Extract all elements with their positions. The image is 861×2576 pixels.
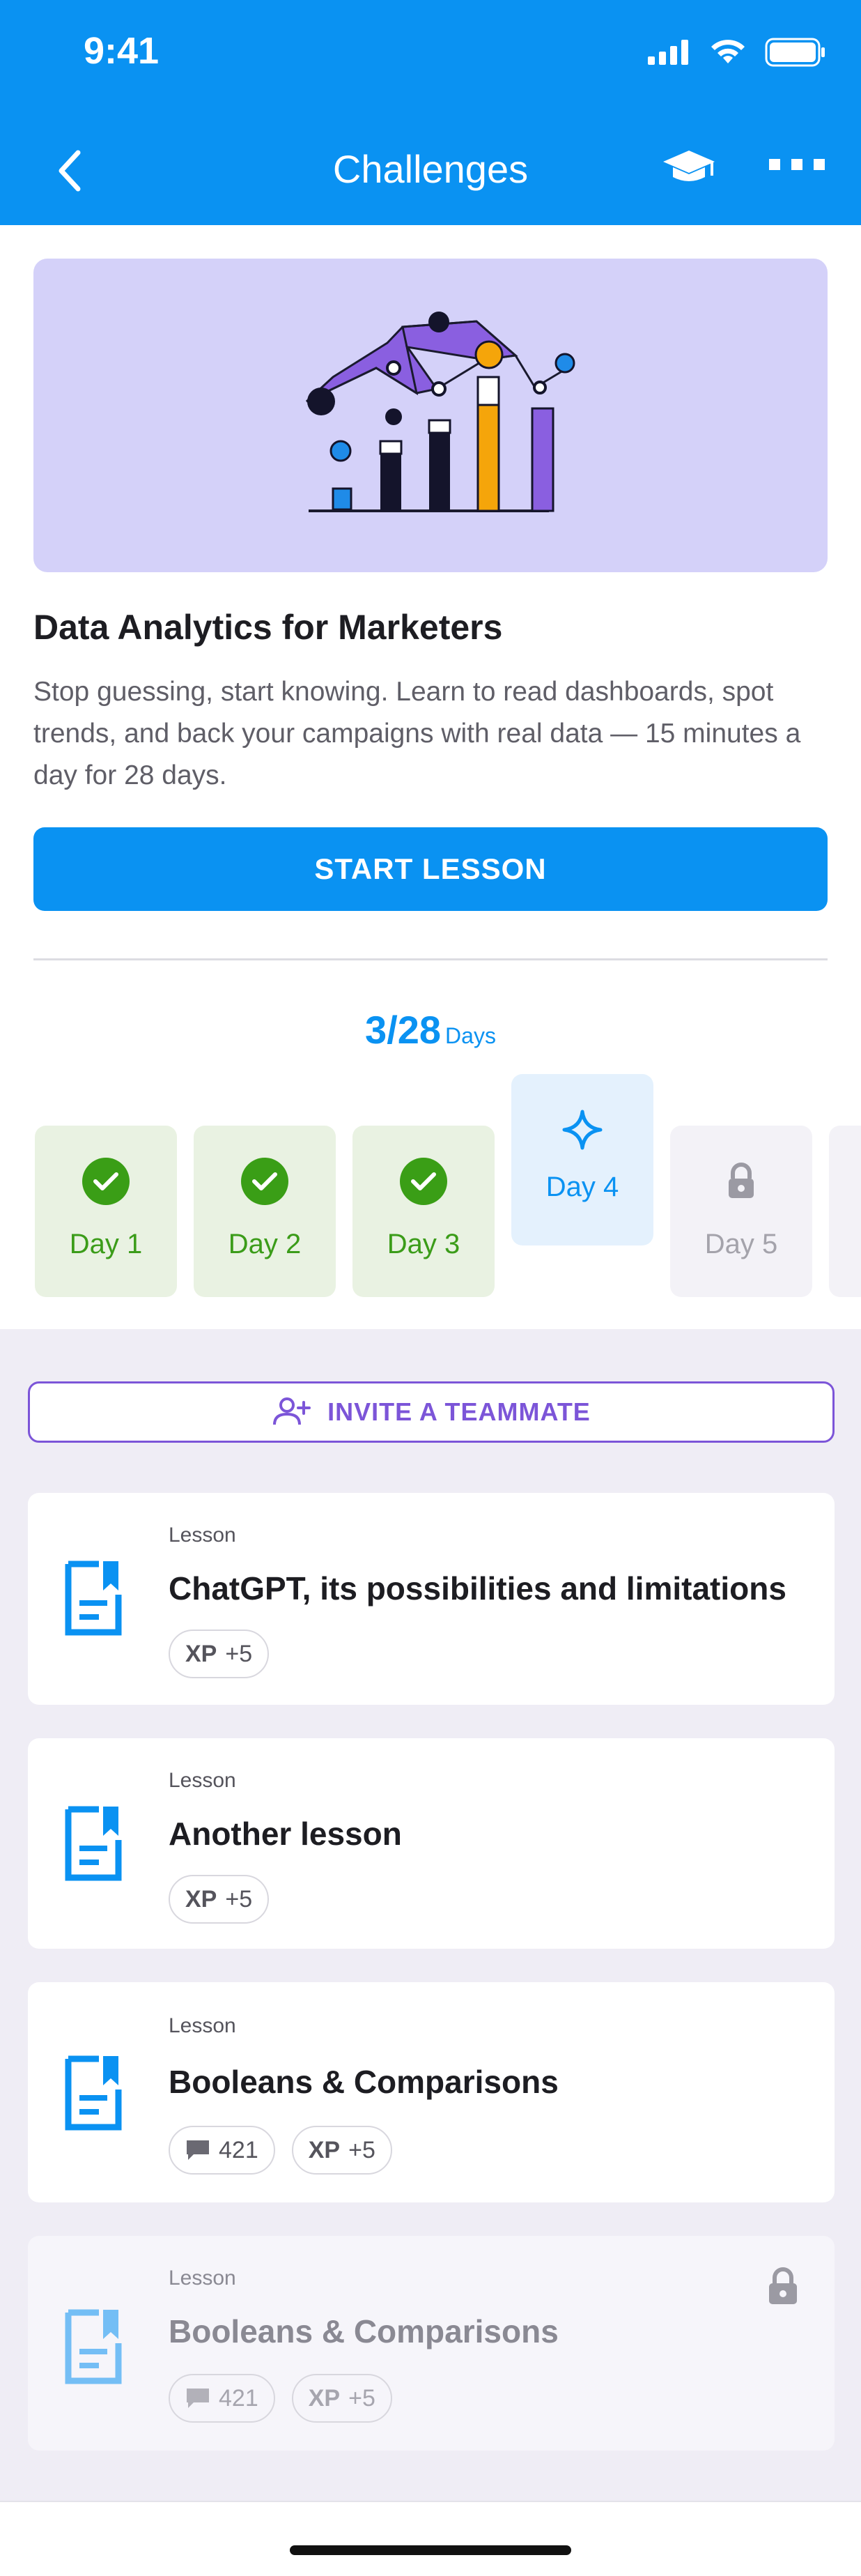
xp-badge: XP +5 bbox=[169, 1875, 270, 1924]
status-time: 9:41 bbox=[84, 30, 160, 72]
check-circle-icon bbox=[241, 1158, 288, 1205]
lesson-meta: 421 XP +5 bbox=[169, 2374, 392, 2423]
lesson-document-icon bbox=[65, 1561, 122, 1636]
day-label: Day 4 bbox=[545, 1172, 619, 1202]
comments-badge: 421 bbox=[169, 2374, 275, 2423]
day-label: Day 1 bbox=[69, 1229, 143, 1259]
lesson-kind: Lesson bbox=[169, 2014, 236, 2037]
lesson-document-icon bbox=[65, 2309, 122, 2384]
invite-teammate-button[interactable]: INVITE A TEAMMATE bbox=[28, 1381, 835, 1443]
graduation-cap-icon bbox=[663, 151, 715, 181]
day-tile-6-partial[interactable] bbox=[829, 1126, 861, 1297]
lesson-meta: XP +5 bbox=[169, 1875, 270, 1924]
app-header: 9:41 Challenges bbox=[0, 0, 861, 225]
lesson-document-icon bbox=[65, 1806, 122, 1881]
course-illustration bbox=[33, 259, 828, 572]
comments-badge: 421 bbox=[169, 2126, 275, 2175]
lesson-title: Booleans & Comparisons bbox=[169, 2313, 559, 2349]
divider bbox=[33, 958, 828, 960]
lesson-kind: Lesson bbox=[169, 1524, 236, 1547]
lesson-kind: Lesson bbox=[169, 1769, 236, 1792]
status-icons bbox=[648, 38, 826, 67]
course-title: Data Analytics for Marketers bbox=[33, 608, 503, 647]
dot-icon bbox=[814, 159, 825, 170]
day-tile-4[interactable]: Day 4 bbox=[511, 1074, 653, 1245]
check-circle-icon bbox=[82, 1158, 130, 1205]
courses-button[interactable] bbox=[662, 148, 716, 187]
lock-icon bbox=[718, 1158, 765, 1205]
lesson-card[interactable]: Lesson ChatGPT, its possibilities and li… bbox=[28, 1493, 835, 1705]
page-title: Challenges bbox=[332, 147, 529, 191]
course-card: Data Analytics for Marketers Stop guessi… bbox=[0, 225, 861, 1329]
lock-icon bbox=[769, 2267, 797, 2304]
home-indicator[interactable] bbox=[290, 2545, 571, 2555]
lesson-card[interactable]: Lesson Booleans & Comparisons 421 XP +5 bbox=[28, 1982, 835, 2202]
xp-badge: XP +5 bbox=[291, 2126, 392, 2175]
bottom-bar bbox=[0, 2501, 861, 2576]
progress-value: 3/28 bbox=[365, 1008, 442, 1052]
lesson-card[interactable]: Lesson Another lesson XP +5 bbox=[28, 1738, 835, 1949]
analytics-chart-illustration bbox=[305, 312, 575, 512]
comment-icon bbox=[187, 2389, 209, 2408]
more-options-button[interactable] bbox=[769, 159, 825, 170]
xp-badge: XP +5 bbox=[291, 2374, 392, 2423]
progress-unit: Days bbox=[445, 1023, 496, 1048]
add-user-icon bbox=[273, 1397, 311, 1425]
lesson-document-icon bbox=[65, 2055, 122, 2131]
invite-label: INVITE A TEAMMATE bbox=[327, 1397, 591, 1426]
lesson-title: ChatGPT, its possibilities and limitatio… bbox=[169, 1570, 786, 1607]
check-circle-icon bbox=[400, 1158, 447, 1205]
wifi-icon bbox=[711, 40, 745, 63]
xp-badge: XP +5 bbox=[169, 1630, 270, 1678]
day-progress: 3/28 Days bbox=[0, 1007, 861, 1052]
day-tile-1[interactable]: Day 1 bbox=[35, 1126, 177, 1297]
course-description: Stop guessing, start knowing. Learn to r… bbox=[33, 677, 801, 790]
day-label: Day 5 bbox=[704, 1229, 778, 1259]
day-label: Day 3 bbox=[387, 1229, 460, 1259]
day-tile-2[interactable]: Day 2 bbox=[194, 1126, 336, 1297]
comment-icon bbox=[187, 2140, 209, 2160]
signal-icon bbox=[648, 40, 688, 65]
lesson-card-locked[interactable]: Lesson Booleans & Comparisons 421 XP +5 bbox=[28, 2236, 835, 2451]
day-tile-3[interactable]: Day 3 bbox=[352, 1126, 495, 1297]
start-lesson-button[interactable]: START LESSON bbox=[33, 827, 828, 911]
sparkle-icon bbox=[559, 1106, 606, 1153]
lesson-meta: XP +5 bbox=[169, 1630, 270, 1678]
day-label: Day 2 bbox=[228, 1229, 302, 1259]
lesson-kind: Lesson bbox=[169, 2267, 236, 2290]
dot-icon bbox=[769, 159, 780, 170]
lesson-title: Another lesson bbox=[169, 1816, 402, 1852]
lesson-title: Booleans & Comparisons bbox=[169, 2064, 559, 2100]
day-tile-5[interactable]: Day 5 bbox=[670, 1126, 812, 1297]
dot-icon bbox=[791, 159, 802, 170]
lesson-meta: 421 XP +5 bbox=[169, 2126, 392, 2175]
battery-icon bbox=[765, 38, 825, 67]
